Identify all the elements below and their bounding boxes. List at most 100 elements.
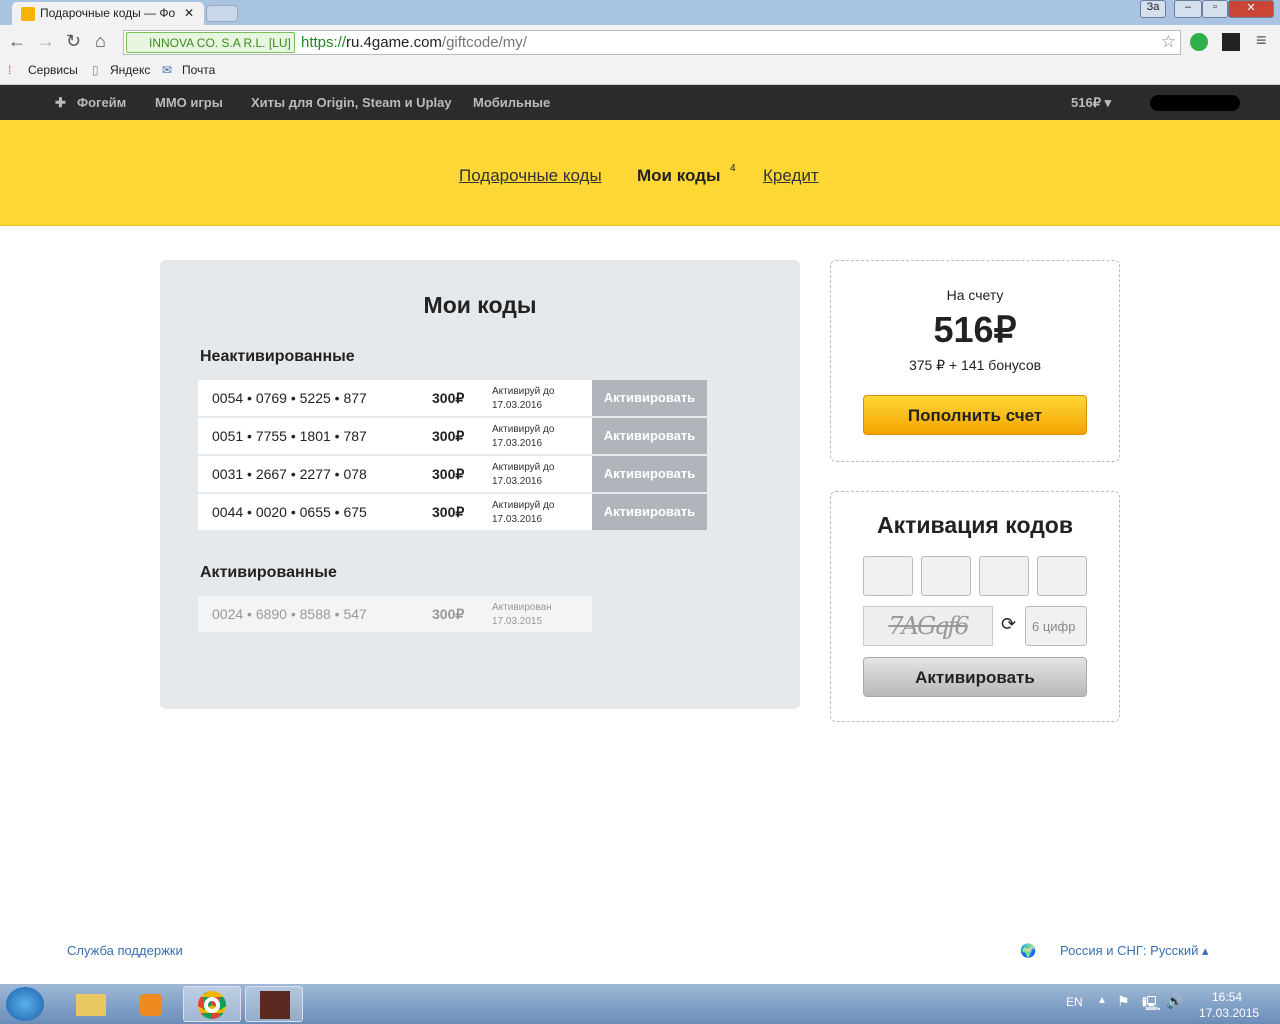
expiry-label: Активируй до	[492, 500, 555, 511]
region-language-selector[interactable]: Россия и СНГ: Русский ▴	[1060, 943, 1209, 959]
world-map-icon: 🌍	[1020, 943, 1037, 958]
nav-mmo[interactable]: MMO игры	[155, 95, 223, 110]
game-taskbar-icon[interactable]	[245, 986, 303, 1022]
language-indicator[interactable]: EN	[1066, 995, 1083, 1009]
nav-4game[interactable]: Фогейм	[77, 95, 126, 110]
bookmark-services[interactable]: Сервисы	[28, 63, 78, 77]
apps-icon: ⁞	[8, 63, 12, 77]
captcha-image: 7AGqf6	[863, 606, 993, 646]
network-icon[interactable]: 🖳	[1142, 993, 1161, 1017]
expiry-label: Активируй до	[492, 424, 555, 435]
balance-dropdown[interactable]: 516₽ ▾	[1071, 95, 1111, 111]
code-value: 0024 • 6890 • 8588 • 547	[212, 606, 367, 622]
action-center-icon[interactable]: ⚑	[1117, 993, 1130, 1010]
code-input-2[interactable]	[921, 556, 971, 596]
4game-logo-icon: ✚	[55, 95, 66, 110]
giftcode-subnav: Подарочные коды Мои коды 4 Кредит	[0, 120, 1280, 226]
code-value: 0031 • 2667 • 2277 • 078	[212, 466, 367, 482]
volume-icon[interactable]: 🔊	[1166, 993, 1183, 1010]
home-icon[interactable]: ⌂	[95, 31, 106, 52]
ev-certificate-badge[interactable]: INNOVA CO. S.A R.L. [LU]	[126, 32, 295, 53]
code-amount: 300₽	[432, 390, 465, 406]
media-player-taskbar-icon[interactable]	[122, 986, 180, 1022]
browser-tab-bar: Подарочные коды — Фо ✕ За – ▫ ✕	[0, 0, 1280, 25]
bookmark-mail[interactable]: Почта	[182, 63, 215, 77]
activation-box: Активация кодов 7AGqf6 ⟳ 6 цифр Активиро…	[830, 491, 1120, 722]
bookmarks-bar: ⁞ Сервисы ▯ Яндекс ✉ Почта	[0, 58, 1280, 85]
my-codes-panel: Мои коды Неактивированные 0054 • 0769 • …	[160, 260, 800, 709]
expiry-date: 17.03.2016	[492, 400, 543, 411]
activated-code-row: 0024 • 6890 • 8588 • 547 300₽ Активирова…	[198, 596, 592, 632]
mail-icon: ✉	[162, 63, 173, 77]
close-tab-icon[interactable]: ✕	[184, 6, 194, 20]
address-bar[interactable]: INNOVA CO. S.A R.L. [LU] https://ru.4gam…	[123, 30, 1181, 55]
extension-icon[interactable]	[1190, 33, 1208, 51]
expiry-date: 17.03.2016	[492, 476, 543, 487]
new-tab-button[interactable]	[206, 5, 238, 22]
code-amount: 300₽	[432, 504, 465, 520]
clock-date[interactable]: 17.03.2015	[1199, 1006, 1259, 1020]
subnav-my-codes[interactable]: Мои коды	[637, 166, 720, 186]
favicon-icon	[21, 7, 35, 21]
activate-code-button[interactable]: Активировать	[863, 657, 1087, 697]
forward-icon[interactable]: →	[37, 31, 55, 52]
support-link[interactable]: Служба поддержки	[67, 943, 183, 958]
show-hidden-icons[interactable]: ▲	[1097, 995, 1107, 1006]
clock-time[interactable]: 16:54	[1212, 990, 1242, 1004]
inactive-code-row: 0054 • 0769 • 5225 • 877 300₽ Активируй …	[198, 380, 707, 416]
balance-box: На счету 516₽ 375 ₽ + 141 бонусов Пополн…	[830, 260, 1120, 462]
expiry-label: Активируй до	[492, 386, 555, 397]
url-path: /giftcode/my/	[441, 34, 527, 51]
refresh-captcha-icon[interactable]: ⟳	[1001, 614, 1016, 635]
code-input-1[interactable]	[863, 556, 913, 596]
code-value: 0044 • 0020 • 0655 • 675	[212, 504, 367, 520]
nav-hits[interactable]: Хиты для Origin, Steam и Uplay	[251, 95, 452, 110]
activate-button[interactable]: Активировать	[592, 418, 707, 454]
close-window-button[interactable]: ✕	[1228, 0, 1274, 18]
my-codes-count: 4	[730, 163, 736, 174]
inactive-heading: Неактивированные	[200, 348, 355, 365]
activate-button[interactable]: Активировать	[592, 380, 707, 416]
profile-button[interactable]: За	[1140, 0, 1166, 18]
expiry-label: Активируй до	[492, 462, 555, 473]
inactive-code-row: 0031 • 2667 • 2277 • 078 300₽ Активируй …	[198, 456, 707, 492]
reload-icon[interactable]: ↻	[66, 31, 81, 52]
activate-button[interactable]: Активировать	[592, 494, 707, 530]
expiry-date: 17.03.2016	[492, 438, 543, 449]
captcha-input[interactable]: 6 цифр	[1025, 606, 1087, 646]
chrome-taskbar-icon[interactable]	[183, 986, 241, 1022]
bookmark-star-icon[interactable]: ☆	[1161, 32, 1176, 52]
balance-total: 516₽	[933, 309, 1017, 350]
start-button[interactable]	[6, 987, 44, 1021]
url-host: ru.4game.com	[346, 34, 442, 51]
code-amount: 300₽	[432, 428, 465, 444]
balance-label: На счету	[946, 287, 1004, 303]
nav-mobile[interactable]: Мобильные	[473, 95, 550, 110]
browser-tab[interactable]: Подарочные коды — Фо ✕	[12, 2, 204, 25]
page-icon: ▯	[92, 63, 99, 77]
bookmark-yandex[interactable]: Яндекс	[110, 63, 150, 77]
subnav-credit[interactable]: Кредит	[763, 166, 819, 186]
explorer-taskbar-icon[interactable]	[62, 986, 120, 1022]
inactive-code-row: 0051 • 7755 • 1801 • 787 300₽ Активируй …	[198, 418, 707, 454]
status-label: Активирован	[492, 602, 552, 613]
tab-title: Подарочные коды — Фо	[40, 6, 176, 20]
activate-button[interactable]: Активировать	[592, 456, 707, 492]
code-value: 0054 • 0769 • 5225 • 877	[212, 390, 367, 406]
menu-icon[interactable]: ≡	[1256, 30, 1267, 51]
topup-button[interactable]: Пополнить счет	[863, 395, 1087, 435]
minimize-button[interactable]: –	[1174, 0, 1202, 18]
panel-title: Мои коды	[423, 292, 537, 318]
subnav-gift-codes[interactable]: Подарочные коды	[459, 166, 602, 186]
browser-toolbar: ← → ↻ ⌂ INNOVA CO. S.A R.L. [LU] https:/…	[0, 25, 1280, 58]
code-input-3[interactable]	[979, 556, 1029, 596]
user-menu[interactable]	[1150, 95, 1240, 111]
back-icon[interactable]: ←	[8, 31, 26, 52]
windows-taskbar: EN ▲ ⚑ 🖳 🔊 16:54 17.03.2015	[0, 984, 1280, 1024]
site-nav: ✚ Фогейм MMO игры Хиты для Origin, Steam…	[0, 85, 1280, 120]
code-amount: 300₽	[432, 606, 465, 622]
code-input-4[interactable]	[1037, 556, 1087, 596]
maximize-button[interactable]: ▫	[1202, 0, 1228, 18]
extension-icon[interactable]	[1222, 33, 1240, 51]
activation-title: Активация кодов	[877, 512, 1073, 538]
